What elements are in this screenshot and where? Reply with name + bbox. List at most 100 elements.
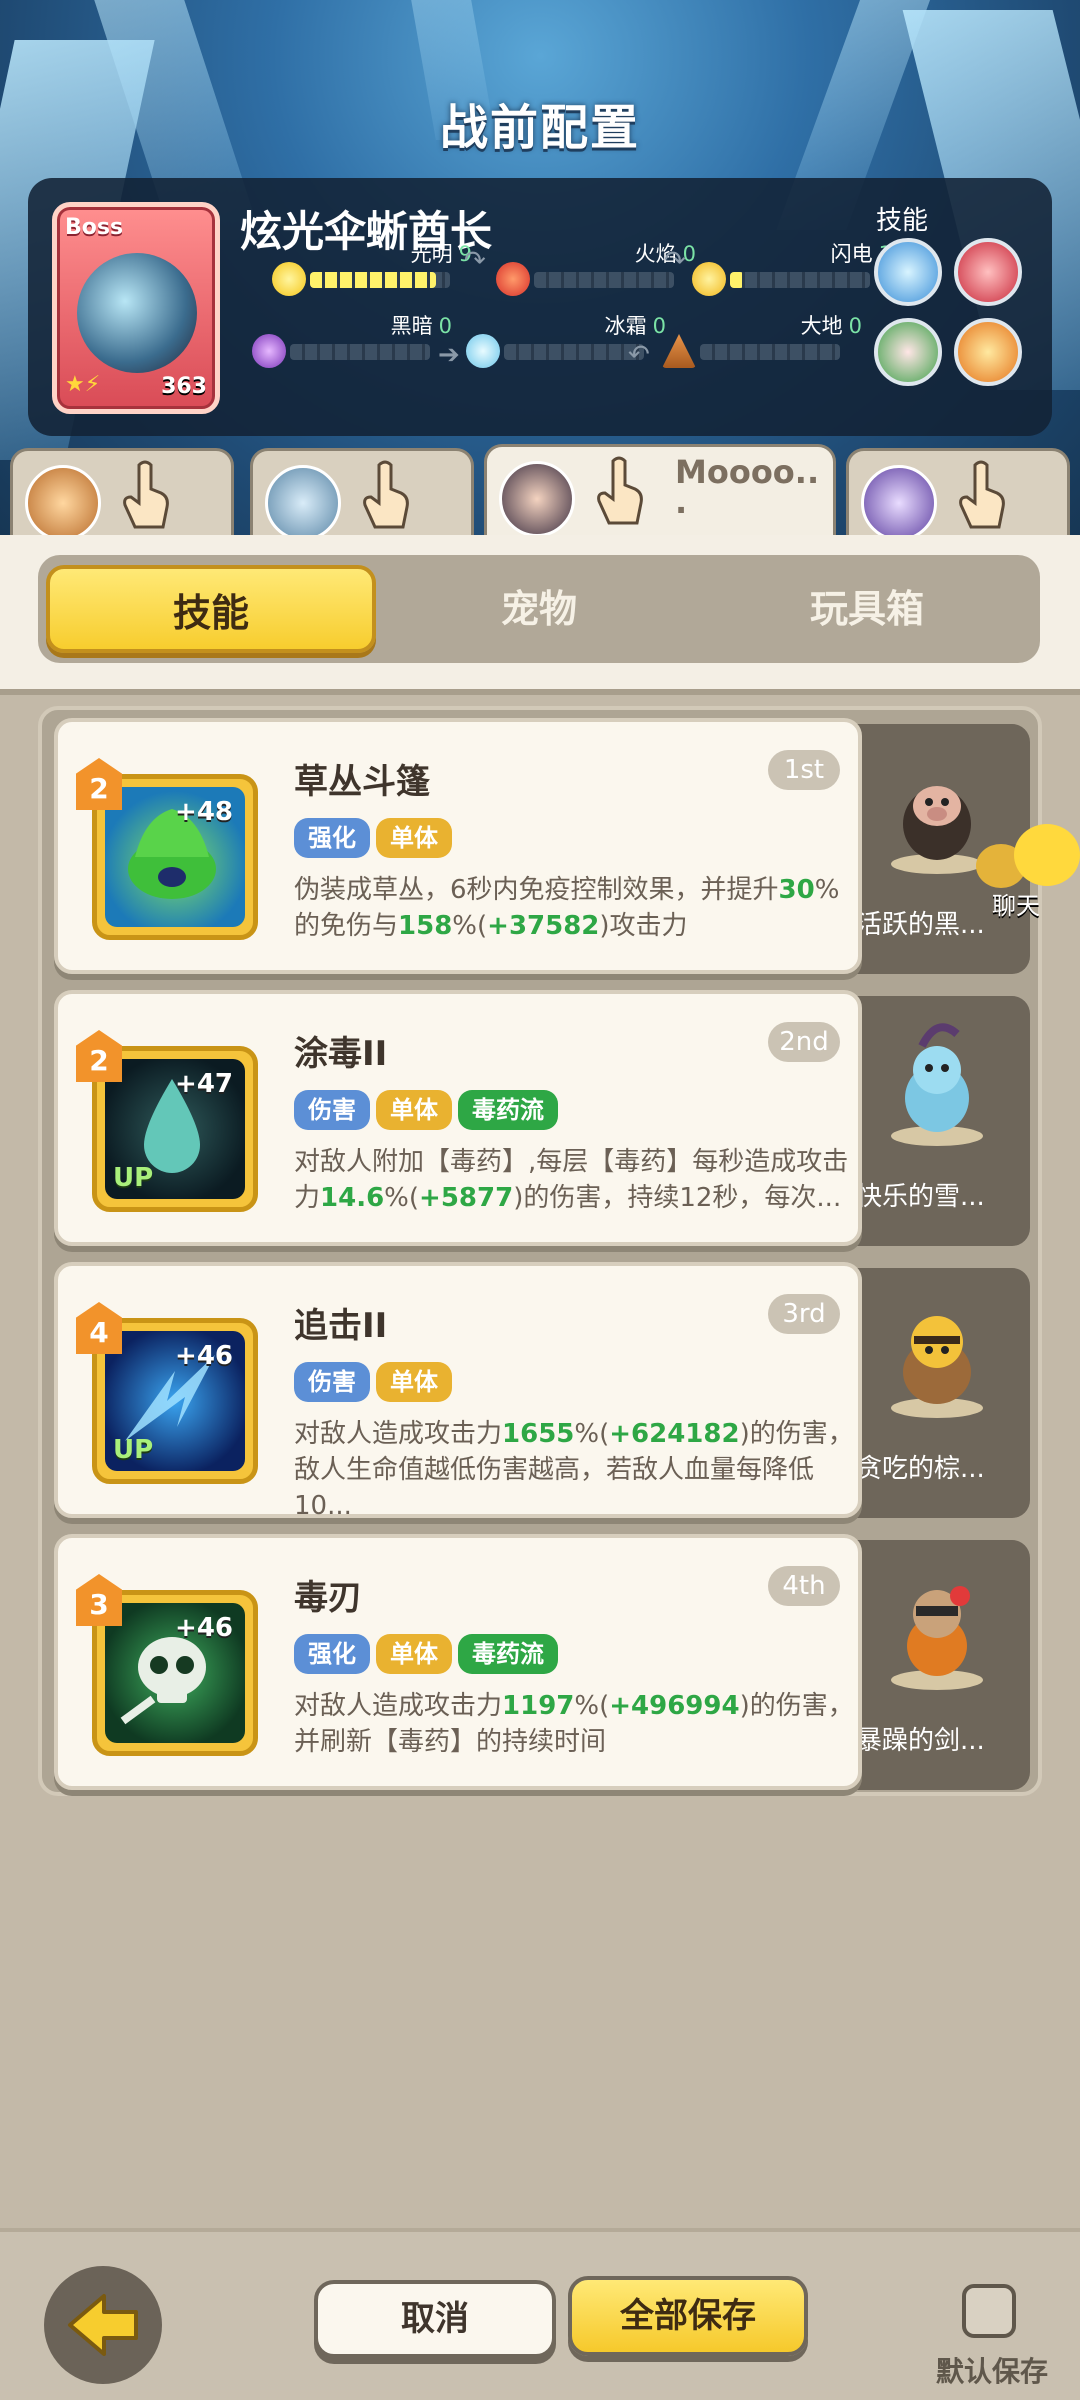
snowflake-icon bbox=[466, 334, 500, 368]
skill-tag: 单体 bbox=[376, 1362, 452, 1402]
skill-list: 活跃的黑... +48 2 草丛斗篷 1st 强化 单体 伪装成草丛，6秒内免疫控… bbox=[38, 706, 1042, 1796]
tab-bar: 技能 宠物 玩具箱 bbox=[38, 555, 1040, 663]
pet-name: 贪吃的棕... bbox=[856, 1454, 985, 1484]
arrow-right-icon: ➔ bbox=[438, 340, 460, 370]
back-button[interactable] bbox=[44, 2266, 162, 2384]
hero-tab[interactable] bbox=[10, 448, 234, 543]
tab-toybox[interactable]: 玩具箱 bbox=[702, 565, 1032, 653]
pet-slot[interactable]: 暴躁的剑... bbox=[844, 1540, 1030, 1790]
desc-highlight: +496994 bbox=[609, 1691, 740, 1721]
back-arrow-icon bbox=[68, 2294, 138, 2356]
skill-level-badge: 3 bbox=[76, 1574, 122, 1626]
skill-row: 暴躁的剑... +46 3 毒刃 4th 强化 单体 毒药流 对敌人造成攻击力119… bbox=[42, 1526, 1042, 1790]
desc-text: %( bbox=[574, 1691, 610, 1721]
cycle-arrow-icon: ↷ bbox=[464, 246, 486, 276]
skill-description: 对敌人造成攻击力1197%(+496994)的伤害，并刷新【毒药】的持续时间 bbox=[294, 1688, 854, 1788]
element-label: 冰霜 bbox=[604, 314, 647, 338]
skill-tags: 强化 单体 毒药流 bbox=[294, 1634, 564, 1674]
pet-snow-image bbox=[882, 1018, 992, 1148]
element-dark: 黑暗 0 bbox=[252, 310, 452, 370]
skill-level-badge: 2 bbox=[76, 1030, 122, 1082]
moon-icon bbox=[252, 334, 286, 368]
tap-hand-icon bbox=[359, 459, 413, 531]
desc-highlight: 14.6 bbox=[320, 1183, 385, 1213]
save-all-button[interactable]: 全部保存 bbox=[568, 2276, 808, 2356]
skill-card[interactable]: +47 UP 2 涂毒II 2nd 伤害 单体 毒药流 对敌人附加【毒药】,每层【毒… bbox=[54, 990, 862, 1246]
ice-skill-icon[interactable] bbox=[874, 238, 942, 306]
poison-drop-icon: +47 UP bbox=[105, 1059, 245, 1199]
element-label: 闪电 bbox=[830, 242, 873, 266]
skill-card[interactable]: +46 UP 4 追击II 3rd 伤害 单体 对敌人造成攻击力1655%(+62… bbox=[54, 1262, 862, 1518]
element-label: 大地 bbox=[800, 314, 843, 338]
boss-panel: Boss ★⚡ 363 炫光伞蜥酋长 光明9 ↷ 火焰0 ↷ 闪电1 ↶ 黑暗0… bbox=[28, 178, 1052, 436]
poison-skill-icon[interactable] bbox=[874, 318, 942, 386]
chat-button[interactable]: 聊天 bbox=[970, 820, 1080, 920]
default-save-label: 默认保存 bbox=[936, 2355, 1049, 2388]
hero-tab[interactable] bbox=[250, 448, 474, 543]
desc-text: 对敌人造成攻击力 bbox=[294, 1691, 503, 1721]
hero-name: Moooo.. . bbox=[675, 453, 820, 521]
pet-name: 暴躁的剑... bbox=[856, 1726, 985, 1756]
tap-hand-icon bbox=[593, 455, 647, 527]
skill-tags: 强化 单体 bbox=[294, 818, 458, 858]
element-earth: 大地 0 bbox=[662, 310, 862, 370]
desc-highlight: +5877 bbox=[419, 1183, 514, 1213]
desc-highlight: 1197 bbox=[502, 1691, 575, 1721]
element-bar bbox=[730, 272, 870, 288]
hero-avatar bbox=[265, 465, 341, 541]
page-title: 战前配置 bbox=[439, 100, 640, 156]
element-bar-fill bbox=[310, 272, 436, 288]
skill-row: 快乐的雪... +47 UP 2 涂毒II 2nd 伤害 单体 毒药流 对敌人附加【… bbox=[42, 982, 1042, 1246]
boss-card[interactable]: Boss ★⚡ 363 bbox=[52, 202, 220, 414]
pet-slot[interactable]: 贪吃的棕... bbox=[844, 1268, 1030, 1518]
fire-icon bbox=[496, 262, 530, 296]
tab-skills[interactable]: 技能 bbox=[46, 565, 376, 653]
desc-text: )的伤害，持续12秒，每次... bbox=[513, 1183, 842, 1213]
bird-skill-icon[interactable] bbox=[954, 238, 1022, 306]
skill-description: 伪装成草丛，6秒内免疫控制效果，并提升30%的免伤与158%(+37582)攻击… bbox=[294, 872, 854, 972]
element-bar bbox=[290, 344, 430, 360]
element-bar bbox=[534, 272, 674, 288]
crown-skill-icon[interactable] bbox=[954, 318, 1022, 386]
element-bar bbox=[310, 272, 450, 288]
desc-highlight: 30 bbox=[778, 875, 815, 905]
desc-highlight: 1655 bbox=[502, 1419, 575, 1449]
pet-slot[interactable]: 快乐的雪... bbox=[844, 996, 1030, 1246]
cycle-arrow-icon: ↶ bbox=[628, 340, 650, 370]
skill-tag: 单体 bbox=[376, 1090, 452, 1130]
tap-hand-icon bbox=[955, 459, 1009, 531]
skill-name: 草丛斗篷 bbox=[294, 762, 430, 802]
element-lightning: 闪电1 bbox=[692, 238, 892, 298]
cancel-button[interactable]: 取消 bbox=[314, 2280, 556, 2358]
earth-icon bbox=[662, 334, 696, 368]
desc-text: 对敌人造成攻击力 bbox=[294, 1419, 503, 1449]
tab-pets[interactable]: 宠物 bbox=[374, 565, 704, 653]
skill-tag: 毒药流 bbox=[458, 1634, 558, 1674]
skill-name: 涂毒II bbox=[294, 1034, 388, 1074]
element-value: 0 bbox=[848, 314, 862, 338]
boss-portrait bbox=[77, 253, 197, 373]
tap-hand-icon bbox=[119, 459, 173, 531]
skill-tags: 伤害 单体 毒药流 bbox=[294, 1090, 564, 1130]
skill-tag: 强化 bbox=[294, 1634, 370, 1674]
skill-rank: 4th bbox=[768, 1566, 840, 1606]
skill-description: 对敌人造成攻击力1655%(+624182)的伤害，敌人生命值越低伤害越高，若敌… bbox=[294, 1416, 854, 1516]
hero-tab-active[interactable]: Moooo.. . bbox=[484, 444, 836, 539]
default-save-checkbox[interactable] bbox=[962, 2284, 1016, 2338]
skill-card[interactable]: +48 2 草丛斗篷 1st 强化 单体 伪装成草丛，6秒内免疫控制效果，并提升3… bbox=[54, 718, 862, 974]
pet-swordsman-image bbox=[882, 1562, 992, 1692]
skill-bonus: +46 bbox=[175, 1341, 233, 1371]
desc-text: )攻击力 bbox=[599, 911, 688, 941]
skill-card[interactable]: +46 3 毒刃 4th 强化 单体 毒药流 对敌人造成攻击力1197%(+4969… bbox=[54, 1534, 862, 1790]
pet-bee-bear-image bbox=[882, 1290, 992, 1420]
hero-tab[interactable] bbox=[846, 448, 1070, 543]
bush-cloak-icon: +48 bbox=[105, 787, 245, 927]
desc-text: 伪装成草丛，6秒内免疫控制效果，并提升 bbox=[294, 875, 779, 905]
upgrade-indicator: UP bbox=[113, 1163, 154, 1193]
poison-blade-icon: +46 bbox=[105, 1603, 245, 1743]
skill-tag: 伤害 bbox=[294, 1090, 370, 1130]
element-bar bbox=[504, 344, 644, 360]
skill-tag: 伤害 bbox=[294, 1362, 370, 1402]
hero-avatar bbox=[861, 465, 937, 541]
skill-rank: 2nd bbox=[768, 1022, 840, 1062]
